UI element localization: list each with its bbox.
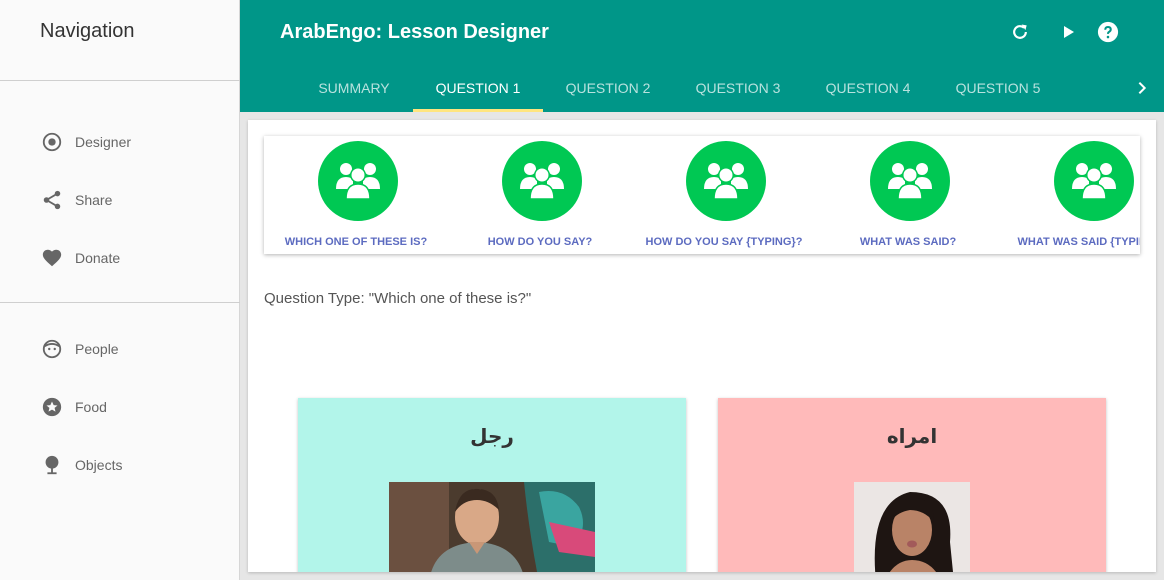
refresh-icon[interactable] [1008,20,1032,44]
sidebar-item-label: Share [75,192,113,208]
man-photo [389,482,595,572]
lesson-panel: WHICH ONE OF THESE IS? HOW DO YOU SAY? H… [248,120,1156,572]
tab-question-4[interactable]: QUESTION 4 [803,64,933,112]
answer-word: امراه [886,424,938,448]
people-group-icon [870,141,950,221]
help-icon[interactable] [1096,20,1120,44]
question-type-how-do-you-say[interactable]: HOW DO YOU SAY? [448,136,632,254]
sidebar: Navigation Designer Share Donate People … [0,0,240,580]
question-type-what-was-said-typing[interactable]: WHAT WAS SAID {TYPING}? [1000,136,1140,254]
chevron-right-icon[interactable] [1130,76,1154,100]
tab-question-1[interactable]: QUESTION 1 [413,64,543,112]
sidebar-title: Navigation [40,20,135,42]
pin-icon [40,453,64,477]
tab-summary[interactable]: SUMMARY [299,64,409,112]
sidebar-divider [0,302,240,303]
sidebar-item-label: Donate [75,250,121,266]
sidebar-item-objects[interactable]: Objects [0,445,239,485]
people-group-icon [686,141,766,221]
question-type-how-do-you-say-typing[interactable]: HOW DO YOU SAY {TYPING}? [632,136,816,254]
answer-card-woman[interactable]: امراه [718,398,1106,572]
sidebar-item-label: Designer [75,134,132,150]
face-icon [40,337,64,361]
people-group-icon [502,141,582,221]
sidebar-item-donate[interactable]: Donate [0,238,239,278]
sidebar-item-people[interactable]: People [0,329,239,369]
question-type-description: Question Type: "Which one of these is?" [264,290,532,307]
question-type-selector: WHICH ONE OF THESE IS? HOW DO YOU SAY? H… [264,136,1140,254]
share-icon [40,188,64,212]
sidebar-item-designer[interactable]: Designer [0,122,239,162]
question-type-which-one[interactable]: WHICH ONE OF THESE IS? [264,136,448,254]
tab-question-3[interactable]: QUESTION 3 [673,64,803,112]
sidebar-item-label: Objects [75,457,123,473]
tab-question-5[interactable]: QUESTION 5 [933,64,1063,112]
star-icon [40,395,64,419]
app-header: ArabEngo: Lesson Designer SUMMARY QUESTI… [240,0,1164,112]
question-type-label: WHAT WAS SAID {TYPING}? [1017,236,1140,248]
sidebar-item-label: People [75,341,119,357]
radio-target-icon [40,130,64,154]
tab-question-2[interactable]: QUESTION 2 [543,64,673,112]
sidebar-item-food[interactable]: Food [0,387,239,427]
sidebar-item-label: Food [75,399,107,415]
play-icon[interactable] [1056,20,1080,44]
heart-icon [40,246,64,270]
sidebar-divider [0,80,240,81]
answer-word: رجل [470,424,514,448]
answer-card-man[interactable]: رجل [298,398,686,572]
app-title: ArabEngo: Lesson Designer [280,21,549,43]
people-group-icon [318,141,398,221]
people-group-icon [1054,141,1134,221]
active-tab-indicator [413,109,543,112]
question-type-what-was-said[interactable]: WHAT WAS SAID? [816,136,1000,254]
woman-photo [854,482,970,572]
sidebar-item-share[interactable]: Share [0,180,239,220]
